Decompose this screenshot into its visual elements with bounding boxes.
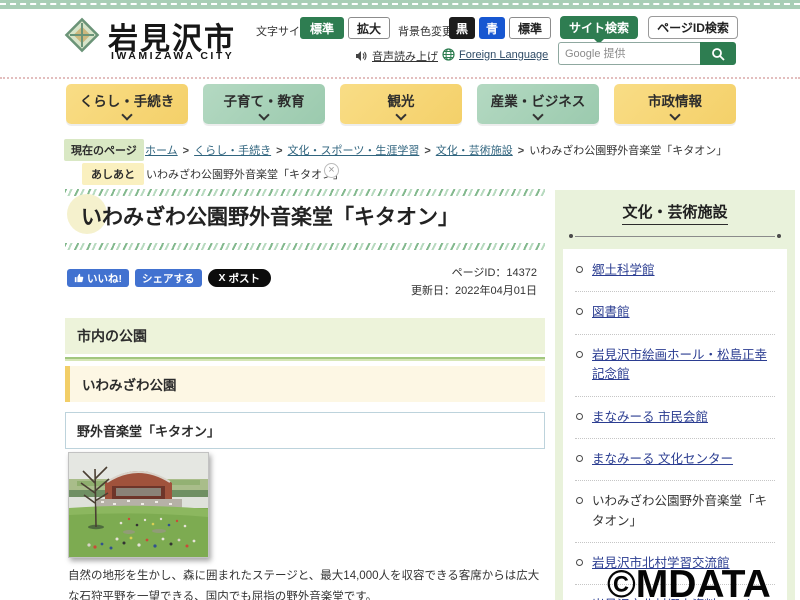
sidebar-list: 郷土科学館 図書館 岩見沢市絵画ホール・松島正幸記念館 まなみーる 市民会館 ま…: [563, 249, 787, 600]
page-meta: ページID：14372 更新日：2022年04月01日: [411, 265, 537, 300]
leaf-border-top: [65, 189, 545, 196]
stitch-line: [0, 3, 800, 5]
search-input[interactable]: [558, 42, 700, 65]
sidebar-item-kitaon-current: いわみざわ公園野外音楽堂「キタオン」: [575, 481, 775, 543]
page-id: ページID：14372: [451, 267, 537, 279]
circle-bullet-icon: [576, 308, 583, 316]
chevron-down-icon: [532, 108, 544, 121]
bg-color-label: 背景色変更: [398, 26, 453, 38]
x-post-button[interactable]: X ポスト: [207, 269, 272, 287]
current-page-badge: 現在のページ: [64, 139, 144, 161]
nav-tab-sangyo[interactable]: 産業・ビジネス: [477, 84, 599, 124]
page: 岩見沢市 IWAMIZAWA CITY 文字サイズ 標準 拡大 背景色変更 黒 …: [0, 0, 800, 600]
page-title: いわみざわ公園野外音楽堂「キタオン」: [67, 194, 459, 234]
x-icon: X: [218, 272, 226, 284]
chevron-down-icon: [395, 108, 407, 121]
circle-bullet-icon: [576, 412, 583, 420]
breadcrumb: ホーム > くらし・手続き > 文化・スポーツ・生涯学習 > 文化・芸術施設 > いわみざわ公園…: [145, 145, 728, 157]
leaf-border-bottom: [65, 243, 545, 250]
sidebar-item-kyodo-science[interactable]: 郷土科学館: [575, 250, 775, 293]
breadcrumb-link-home[interactable]: ホーム: [145, 145, 178, 157]
bg-black-button[interactable]: 黒: [449, 17, 475, 39]
sidebar-title[interactable]: 文化・芸術施設: [555, 201, 795, 225]
circle-bullet-icon: [576, 266, 583, 273]
nav-tab-kurashi[interactable]: くらし・手続き: [66, 84, 188, 124]
search-button[interactable]: [700, 42, 736, 65]
section-heading-kitaon: 野外音楽堂「キタオン」: [65, 412, 545, 449]
top-decor-band: [0, 0, 800, 9]
social-buttons: いいね! シェアする X ポスト: [67, 269, 272, 287]
dot-icon: [569, 234, 573, 238]
facebook-like-button[interactable]: いいね!: [67, 269, 129, 287]
sidebar-item-manamiru-shimin[interactable]: まなみーる 市民会館: [575, 397, 775, 439]
sidebar-rule: [569, 234, 781, 238]
circle-bullet-icon: [576, 559, 583, 566]
foreign-language-link[interactable]: Foreign Language: [442, 48, 548, 61]
bg-blue-button[interactable]: 青: [479, 17, 505, 39]
circle-bullet-icon: [576, 454, 583, 462]
sidebar-item-manamiru-bunka[interactable]: まなみーる 文化センター: [575, 439, 775, 482]
close-icon[interactable]: ×: [324, 163, 339, 178]
updated-date: 更新日：2022年04月01日: [411, 284, 537, 297]
dot-icon: [777, 234, 781, 238]
page-id-search-tab[interactable]: ページID検索: [648, 16, 738, 39]
speaker-icon: [356, 51, 367, 61]
nav-tab-shisei[interactable]: 市政情報: [614, 84, 736, 124]
sidebar-item-library[interactable]: 図書館: [575, 292, 775, 335]
chevron-down-icon: [258, 108, 270, 121]
search-icon: [712, 47, 725, 61]
chevron-down-icon: [121, 108, 133, 121]
kitaon-amphitheater-photo: [68, 452, 209, 558]
sidebar-culture-facilities: 文化・芸術施設 郷土科学館 図書館 岩見沢市絵画ホール・松島正幸記念館 まなみー…: [555, 190, 795, 600]
footprints-item[interactable]: いわみざわ公園野外音楽堂「キタオン」: [146, 166, 344, 182]
description-text: 自然の地形を生かし、森に囲まれたステージと、最大14,000人を収容できる客席か…: [68, 570, 540, 600]
circle-bullet-icon: [576, 497, 583, 505]
breadcrumb-link-kurashi[interactable]: くらし・手続き: [194, 145, 271, 157]
facebook-share-button[interactable]: シェアする: [135, 269, 202, 287]
footprints-badge: あしあと: [82, 163, 144, 185]
breadcrumb-current: いわみざわ公園野外音楽堂「キタオン」: [529, 145, 728, 157]
nav-tab-kanko[interactable]: 観光: [340, 84, 462, 124]
nav-tab-kosodate[interactable]: 子育て・教育: [203, 84, 325, 124]
city-logo-icon[interactable]: [62, 15, 102, 55]
section-heading-parks: 市内の公園: [65, 318, 545, 354]
site-title-en: IWAMIZAWA CITY: [111, 50, 235, 62]
breadcrumb-link-bunka-geijutsu[interactable]: 文化・芸術施設: [436, 145, 513, 157]
section-heading-iwamizawa-park: いわみざわ公園: [65, 366, 545, 402]
sidebar-item-kaiga-hall[interactable]: 岩見沢市絵画ホール・松島正幸記念館: [575, 335, 775, 397]
circle-bullet-icon: [576, 350, 583, 358]
globe-icon: [442, 48, 455, 61]
chevron-down-icon: [669, 108, 681, 121]
mdata-watermark: ©MDATA: [607, 563, 771, 600]
thumbs-up-icon: [74, 273, 84, 283]
header-divider: [0, 77, 800, 79]
tts-link[interactable]: 音声読み上げ: [355, 48, 438, 64]
site-search-tab[interactable]: サイト検索: [560, 16, 638, 44]
font-standard-button[interactable]: 標準: [300, 17, 344, 39]
font-large-button[interactable]: 拡大: [348, 17, 390, 39]
breadcrumb-link-bunka-sports[interactable]: 文化・スポーツ・生涯学習: [288, 145, 420, 157]
bg-standard-button[interactable]: 標準: [509, 17, 551, 39]
